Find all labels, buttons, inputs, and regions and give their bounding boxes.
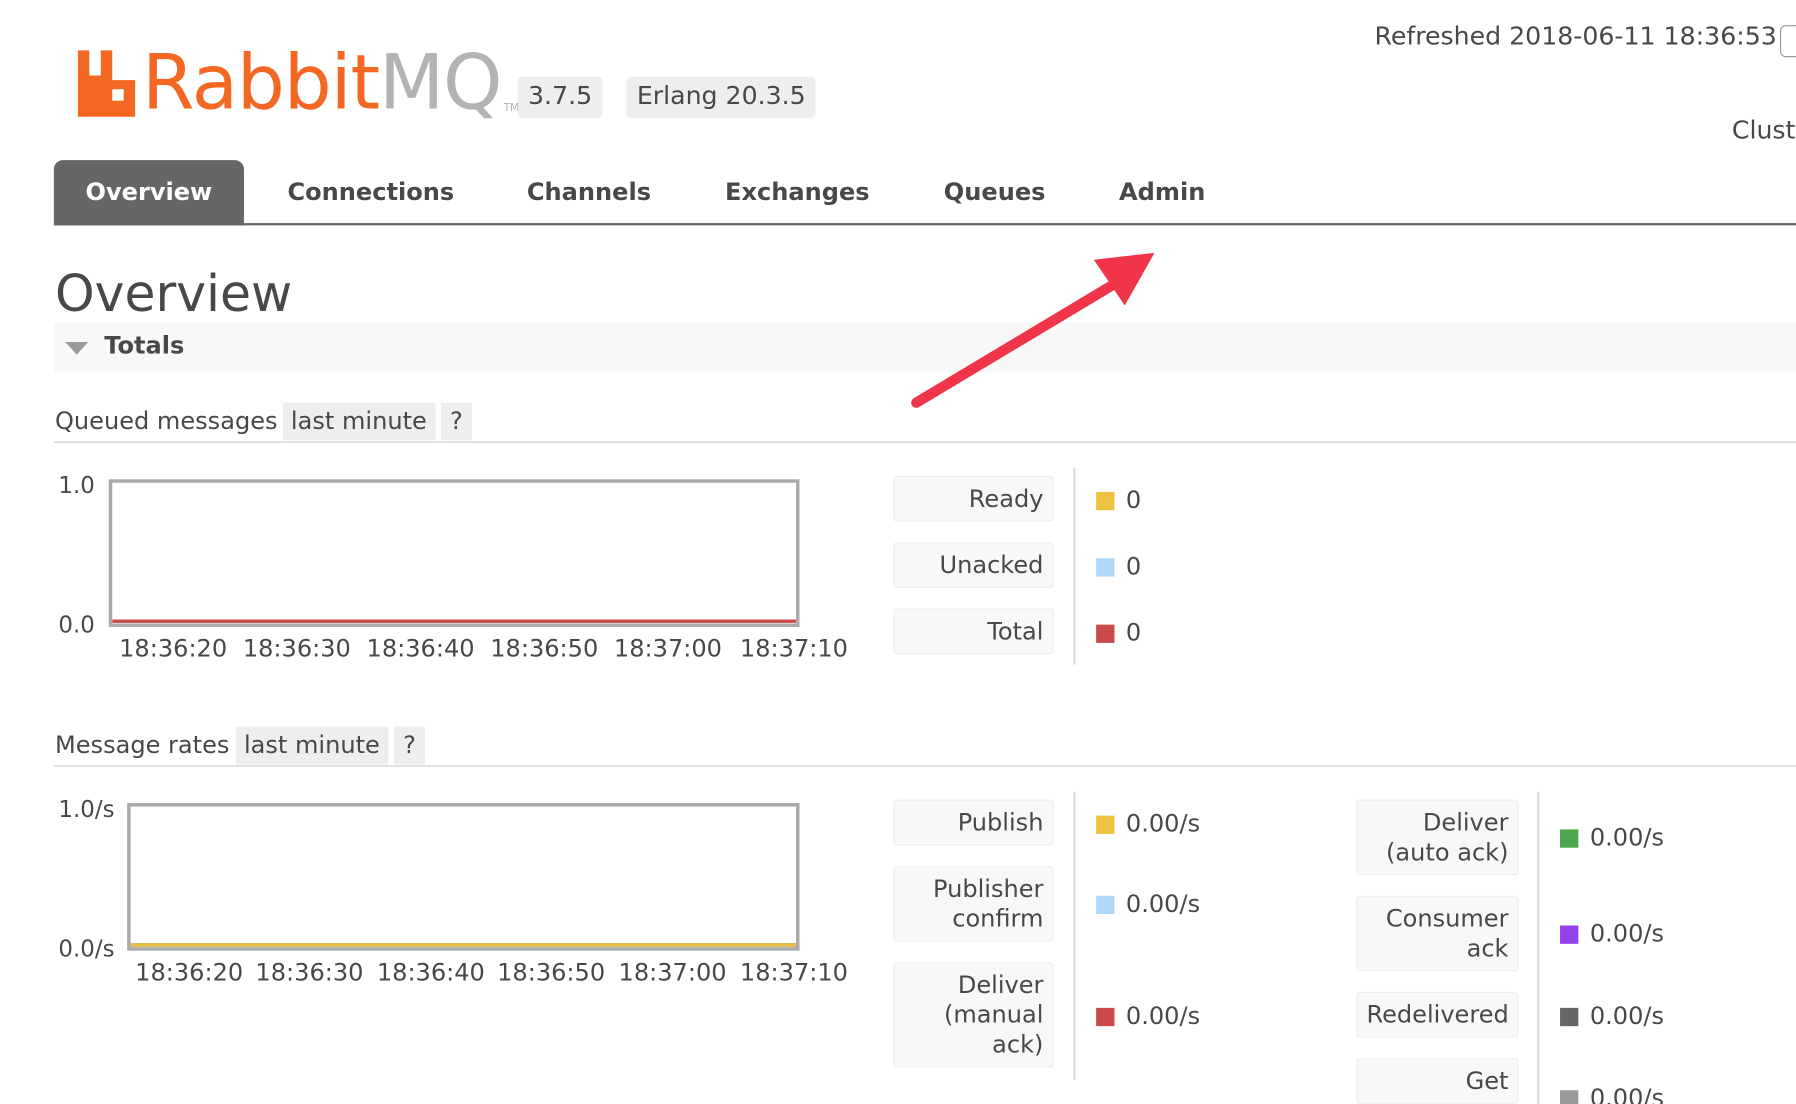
legend-ready-label: Ready bbox=[893, 475, 1054, 522]
rates-x-tick: 18:36:20 bbox=[135, 958, 244, 987]
consumer-ack-value: 0.00/s bbox=[1589, 919, 1665, 948]
legend-get-label: Get bbox=[1356, 1058, 1519, 1104]
legend-unacked-label: Unacked bbox=[893, 542, 1054, 589]
logo-tm: TM bbox=[503, 102, 519, 115]
queued-x-tick: 18:37:00 bbox=[613, 634, 722, 663]
unacked-value: 0 bbox=[1125, 552, 1142, 581]
ready-swatch-icon bbox=[1096, 491, 1115, 511]
message-rates-help-button[interactable]: ? bbox=[394, 726, 425, 765]
total-value: 0 bbox=[1125, 618, 1142, 647]
page-title: Overview bbox=[54, 265, 293, 324]
get-value: 0.00/s bbox=[1589, 1084, 1665, 1104]
rabbitmq-logo[interactable]: RabbitMQ TM bbox=[73, 39, 519, 121]
rabbit-logo-icon bbox=[77, 50, 136, 117]
redelivered-value: 0.00/s bbox=[1589, 1002, 1665, 1030]
rates-x-tick: 18:37:10 bbox=[739, 958, 848, 987]
message-rates-range-select[interactable]: last minute bbox=[235, 726, 388, 765]
get-swatch-icon bbox=[1560, 1090, 1579, 1104]
legend-separator bbox=[1073, 467, 1076, 665]
legend-consumer-ack-label: Consumer ack bbox=[1356, 895, 1519, 972]
tab-connections[interactable]: Connections bbox=[287, 160, 454, 225]
version-badge: 3.7.5 bbox=[517, 76, 603, 118]
logo-wordmark: RabbitMQ bbox=[142, 45, 503, 121]
refresh-interval-select[interactable] bbox=[1779, 25, 1796, 58]
queued-messages-chart bbox=[108, 479, 800, 627]
message-rates-title: Message rates bbox=[54, 731, 230, 759]
legend-redelivered-label: Redelivered bbox=[1356, 991, 1519, 1038]
deliver-manual-ack-value: 0.00/s bbox=[1125, 1002, 1201, 1030]
queued-x-tick: 18:36:30 bbox=[242, 634, 351, 663]
main-nav-tabs: Overview Connections Channels Exchanges … bbox=[53, 160, 1796, 226]
rates-y-max-label: 1.0/s bbox=[58, 795, 115, 823]
legend-publisher-confirm-label: Publisher confirm bbox=[893, 866, 1054, 942]
queued-x-tick: 18:36:50 bbox=[490, 634, 599, 663]
queued-messages-plot bbox=[112, 619, 797, 623]
legend-deliver-manual-ack-label: Deliver (manual ack) bbox=[893, 962, 1054, 1068]
queued-messages-range-select[interactable]: last minute bbox=[282, 402, 435, 441]
publish-value: 0.00/s bbox=[1125, 809, 1201, 838]
logo-brand-text: Rabbit bbox=[142, 38, 380, 127]
cluster-label: Cluste bbox=[1731, 116, 1796, 146]
queued-y-min-label: 0.0 bbox=[58, 610, 95, 639]
legend-separator bbox=[1073, 791, 1076, 1080]
message-rates-plot bbox=[130, 943, 797, 947]
tab-channels[interactable]: Channels bbox=[527, 160, 651, 225]
deliver-auto-ack-value: 0.00/s bbox=[1589, 823, 1665, 852]
queued-y-max-label: 1.0 bbox=[58, 471, 95, 499]
legend-deliver-auto-ack-label: Deliver (auto ack) bbox=[1356, 799, 1519, 876]
rates-x-tick: 18:36:50 bbox=[497, 958, 606, 987]
rates-x-tick: 18:37:00 bbox=[618, 958, 727, 987]
consumer-ack-swatch-icon bbox=[1560, 925, 1579, 944]
queued-messages-title: Queued messages bbox=[54, 407, 278, 435]
refreshed-timestamp: Refreshed 2018-06-11 18:36:53 bbox=[1374, 22, 1777, 52]
legend-separator bbox=[1537, 791, 1540, 1104]
rates-y-min-label: 0.0/s bbox=[58, 934, 115, 963]
totals-section-title[interactable]: Totals bbox=[104, 332, 184, 359]
queued-x-tick: 18:36:20 bbox=[119, 634, 228, 663]
rates-x-tick: 18:36:40 bbox=[376, 958, 485, 987]
rates-x-tick: 18:36:30 bbox=[255, 958, 364, 987]
deliver-auto-ack-swatch-icon bbox=[1560, 829, 1579, 848]
logo-brand-suffix: MQ bbox=[378, 38, 503, 127]
queued-messages-help-button[interactable]: ? bbox=[440, 402, 472, 441]
erlang-version-badge: Erlang 20.3.5 bbox=[626, 76, 817, 118]
queued-x-tick: 18:36:40 bbox=[366, 634, 475, 663]
deliver-manual-ack-swatch-icon bbox=[1096, 1007, 1115, 1027]
ready-value: 0 bbox=[1125, 486, 1142, 514]
tab-admin[interactable]: Admin bbox=[1119, 160, 1205, 225]
message-rates-header: Message rates last minute ? bbox=[53, 726, 1796, 767]
queued-x-tick: 18:37:10 bbox=[739, 634, 848, 663]
tab-exchanges[interactable]: Exchanges bbox=[725, 160, 870, 225]
publisher-confirm-swatch-icon bbox=[1096, 895, 1115, 915]
legend-total-label: Total bbox=[893, 608, 1054, 655]
collapse-triangle-icon[interactable] bbox=[65, 342, 89, 355]
tab-queues[interactable]: Queues bbox=[944, 160, 1046, 225]
legend-publish-label: Publish bbox=[893, 799, 1054, 846]
redelivered-swatch-icon bbox=[1560, 1007, 1579, 1027]
publish-swatch-icon bbox=[1096, 815, 1115, 834]
annotation-arrow-icon bbox=[911, 252, 1155, 408]
publisher-confirm-value: 0.00/s bbox=[1125, 890, 1201, 918]
total-swatch-icon bbox=[1096, 624, 1115, 643]
message-rates-chart bbox=[127, 803, 800, 951]
unacked-swatch-icon bbox=[1096, 558, 1115, 577]
tab-overview[interactable]: Overview bbox=[53, 160, 244, 226]
